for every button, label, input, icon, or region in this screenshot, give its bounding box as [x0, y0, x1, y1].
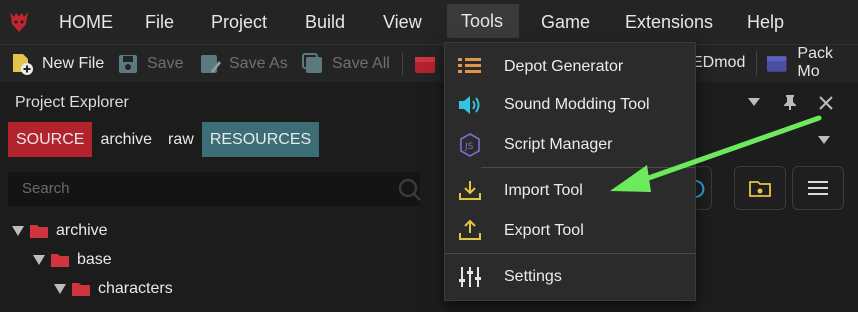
redmod-label[interactable]: EDmod: [692, 44, 745, 82]
tree-label: base: [77, 250, 112, 268]
chevron-down-icon[interactable]: [818, 136, 830, 144]
folder-icon: [72, 282, 90, 296]
save-button[interactable]: Save: [117, 45, 183, 83]
menu-home[interactable]: HOME: [59, 0, 113, 44]
save-all-label: Save All: [332, 55, 390, 72]
explorer-tabs: SOURCE archive raw RESOURCES: [8, 122, 320, 157]
hamburger-icon: [808, 181, 828, 195]
menu-extensions[interactable]: Extensions: [625, 0, 713, 44]
tab-archive[interactable]: archive: [92, 122, 160, 157]
menu-item-depot-generator[interactable]: Depot Generator: [445, 47, 695, 87]
save-as-icon: [201, 55, 221, 73]
menu-separator: [481, 167, 695, 168]
tab-source[interactable]: SOURCE: [8, 122, 93, 157]
menu-game[interactable]: Game: [541, 0, 590, 44]
save-icon: [119, 55, 137, 73]
toolbar-separator: [402, 52, 403, 76]
svg-text:JS: JS: [464, 142, 474, 152]
menu-item-export-tool[interactable]: Export Tool: [445, 211, 695, 251]
new-file-button[interactable]: New File: [10, 45, 104, 83]
folder-icon: [51, 253, 69, 267]
save-as-button[interactable]: Save As: [199, 45, 288, 83]
caret-down-icon[interactable]: [33, 254, 45, 265]
menu-tools[interactable]: Tools: [447, 4, 519, 38]
tree-item-characters[interactable]: characters: [0, 274, 420, 303]
menu-help[interactable]: Help: [747, 0, 784, 44]
menu-build[interactable]: Build: [305, 0, 345, 44]
menu-item-label: Sound Modding Tool: [504, 96, 650, 113]
new-file-label: New File: [42, 55, 105, 72]
menu-separator: [445, 253, 695, 254]
open-folder-button[interactable]: [734, 166, 786, 210]
close-icon[interactable]: [819, 96, 833, 110]
menu-item-label: Import Tool: [504, 182, 583, 199]
menubar: HOME File Project Build View Tools Game …: [0, 0, 858, 44]
upload-icon: [459, 219, 481, 240]
menu-item-sound-modding-tool[interactable]: Sound Modding Tool: [445, 85, 695, 125]
save-all-icon: [302, 53, 322, 73]
speaker-icon: [459, 96, 480, 114]
search-icon[interactable]: [398, 178, 422, 202]
save-all-button[interactable]: Save All: [302, 45, 390, 83]
pin-icon[interactable]: [783, 94, 797, 110]
panel-title: Project Explorer: [15, 94, 129, 111]
sliders-icon: [459, 267, 481, 287]
js-icon: JS: [460, 133, 480, 157]
menu-item-import-tool[interactable]: Import Tool: [445, 171, 695, 211]
tree-label: archive: [56, 221, 108, 239]
caret-down-icon[interactable]: [54, 283, 66, 294]
tab-raw[interactable]: raw: [160, 122, 202, 157]
menu-item-label: Script Manager: [504, 136, 613, 153]
tree-item-archive[interactable]: archive: [0, 216, 420, 245]
menu-file[interactable]: File: [145, 0, 174, 44]
folder-icon: [30, 224, 48, 238]
menu-item-label: Export Tool: [504, 222, 584, 239]
menu-item-label: Depot Generator: [504, 58, 624, 75]
toolbar-separator: [756, 51, 757, 75]
tools-dropdown-menu: Depot Generator Sound Modding Tool JS Sc…: [444, 42, 696, 301]
pack-icon[interactable]: [414, 54, 436, 74]
save-label: Save: [147, 55, 184, 72]
menu-button[interactable]: [792, 166, 844, 210]
menu-project[interactable]: Project: [211, 0, 267, 44]
menu-item-settings[interactable]: Settings: [445, 257, 695, 297]
menu-item-label: Settings: [504, 268, 562, 285]
menu-view[interactable]: View: [383, 0, 422, 44]
tree-item-base[interactable]: base: [0, 245, 420, 274]
caret-down-icon[interactable]: [12, 225, 24, 236]
search-box: [8, 172, 422, 206]
download-icon: [459, 181, 481, 200]
file-tree: archive base characters: [0, 216, 420, 303]
new-file-icon: [13, 54, 33, 75]
pack-mod-label: Pack Mo: [797, 45, 833, 80]
tree-label: characters: [98, 279, 173, 297]
list-icon: [458, 58, 481, 73]
search-input[interactable]: [22, 180, 382, 197]
panel-menu-chevron-icon[interactable]: [748, 98, 760, 106]
project-explorer: Project Explorer SOURCE archive raw RESO…: [0, 82, 422, 312]
folder-open-icon: [749, 181, 771, 197]
save-as-label: Save As: [229, 55, 288, 72]
pack-mod-icon: [766, 56, 787, 72]
menu-item-script-manager[interactable]: JS Script Manager: [445, 125, 695, 165]
app-logo-icon: [10, 12, 28, 32]
tab-resources[interactable]: RESOURCES: [201, 122, 320, 157]
pack-mod-button[interactable]: Pack Mo: [766, 44, 858, 82]
